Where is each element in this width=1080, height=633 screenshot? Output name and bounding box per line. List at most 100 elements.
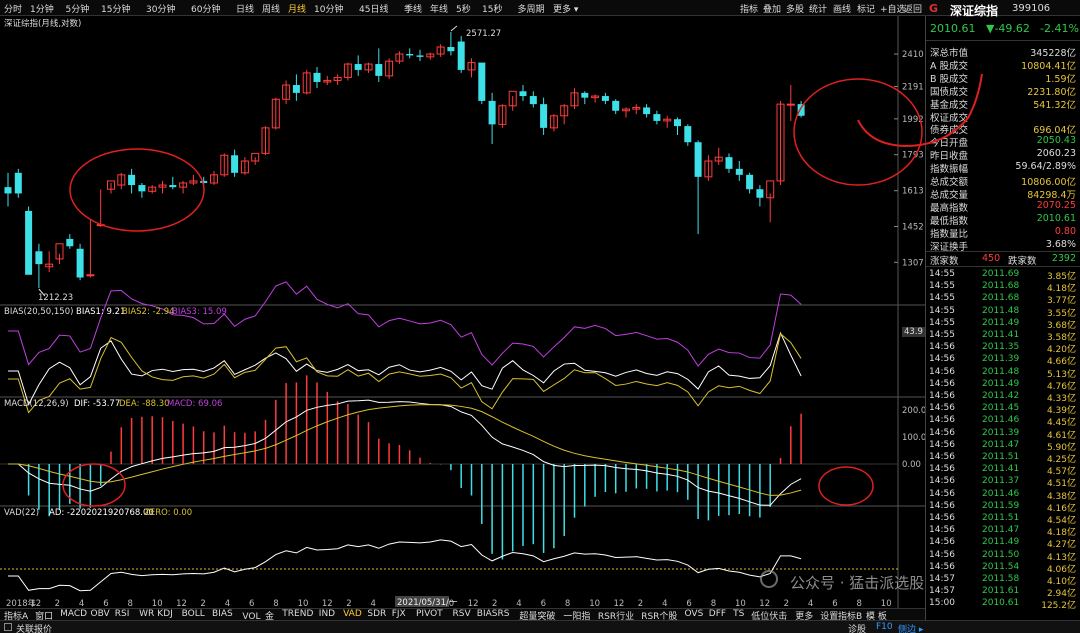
timeframe-3[interactable]: 15分钟 — [101, 2, 130, 15]
tick-time: 14:56 — [929, 549, 955, 560]
indicator-tab-3[interactable]: OBV — [91, 609, 110, 619]
candle-body — [674, 119, 681, 127]
annotation-circle — [69, 148, 205, 232]
indicator-tab-14[interactable]: FJX — [392, 609, 406, 619]
wechat-icon — [760, 570, 778, 588]
tick-time: 14:55 — [929, 293, 955, 304]
stat-label: 今日开盘 — [930, 138, 969, 150]
stat-label: 总成交额 — [930, 177, 969, 188]
bias-title: BIAS(20,50,150) — [4, 307, 74, 317]
timeframe-9[interactable]: 10分钟 — [314, 2, 343, 15]
tool-2[interactable]: 多股 — [786, 2, 804, 15]
stat-value: 59.64/2.89% — [1015, 161, 1076, 173]
bias-axis-tick: 43.9 — [902, 327, 925, 337]
tool-5[interactable]: 标记 — [857, 2, 875, 15]
timeframe-6[interactable]: 日线 — [236, 2, 254, 15]
tick-volume: 4.16亿 — [1046, 503, 1076, 514]
timeframe-8[interactable]: 月线 — [288, 2, 306, 15]
timeframe-10[interactable]: 45日线 — [359, 2, 388, 15]
price-tick-label: 2191 — [902, 82, 924, 92]
timeframe-5[interactable]: 60分钟 — [191, 2, 220, 15]
indicator-tab-15[interactable]: PIVOT — [416, 609, 443, 619]
tick-volume: 4.57亿 — [1046, 467, 1076, 478]
stat-label: 最低指数 — [930, 215, 969, 227]
tick-price: 2011.46 — [982, 488, 1020, 499]
candle-body — [76, 248, 84, 278]
indicator-tab-13[interactable]: SDR — [367, 609, 386, 619]
indicator-tab-22[interactable]: OVS — [685, 609, 704, 619]
tool-1[interactable]: 叠加 — [763, 2, 781, 15]
indicator-tab-5[interactable]: WR — [139, 609, 154, 619]
tick-row: 14:56 2011.46 4.45亿 — [926, 415, 1080, 428]
timeframe-14[interactable]: 15秒 — [482, 2, 502, 15]
tick-volume: 5.13亿 — [1046, 369, 1076, 380]
indicator-tab-10[interactable]: TREND — [282, 609, 313, 619]
stat-value: 10804.41亿 — [1021, 60, 1076, 72]
timeframe-12[interactable]: 年线 — [430, 2, 448, 15]
indicator-tab-2[interactable]: MACD — [60, 609, 87, 619]
timeframe-15[interactable]: 多周期 — [518, 2, 545, 15]
tick-time: 14:56 — [929, 354, 955, 365]
indicator-tab-11[interactable]: IND — [319, 609, 335, 619]
stat-row: 债券成交 696.04亿 — [926, 122, 1080, 136]
tool-3[interactable]: 统计 — [809, 2, 827, 15]
indicator-tab-8[interactable]: BIAS — [212, 609, 233, 619]
indicator-tab-4[interactable]: RSI — [115, 609, 130, 619]
tick-row: 14:56 2011.46 4.38亿 — [926, 488, 1080, 502]
tool-6[interactable]: +自选 — [880, 2, 906, 15]
tick-row: 14:55 2011.49 3.68亿 — [926, 317, 1080, 331]
checkbox-icon[interactable] — [4, 623, 12, 631]
x-axis-label: 12 — [468, 599, 479, 608]
x-axis-label: 6 — [249, 599, 254, 608]
tick-price: 2011.51 — [982, 452, 1020, 462]
x-axis-label: 8 — [273, 599, 278, 608]
high-label: 2571.27 — [466, 29, 502, 39]
status-f10[interactable]: F10 — [876, 622, 893, 632]
indicator-tab-24[interactable]: TS — [733, 609, 744, 619]
timeframe-2[interactable]: 5分钟 — [66, 2, 90, 15]
indicator-tab-23[interactable]: DFF — [709, 609, 726, 619]
status-diagnose[interactable]: 诊股 — [848, 622, 866, 633]
timeframe-16[interactable]: 更多 ▾ — [553, 2, 578, 15]
tick-time: 14:55 — [929, 317, 955, 328]
indicator-tab-7[interactable]: BOLL — [182, 609, 205, 619]
timeframe-13[interactable]: 5秒 — [456, 2, 471, 15]
candle-body — [14, 172, 22, 194]
tick-volume: 4.20亿 — [1046, 345, 1076, 356]
indicator-tabs: 指标A 窗口 MACD OBV RSI WR KDJ BOLL BIAS VOL_金 TREND IN… — [0, 608, 925, 622]
indicator-tab-6[interactable]: KDJ — [157, 609, 173, 619]
tool-7[interactable]: 返回 — [904, 2, 922, 15]
bias3-value: BIAS3: 15.09 — [172, 307, 227, 317]
candle-body — [684, 126, 692, 143]
tick-row: 14:55 2011.48 3.55亿 — [926, 306, 1080, 319]
tick-volume: 4.06亿 — [1046, 564, 1076, 575]
tick-row: 14:56 2011.39 4.66亿 — [926, 354, 1080, 367]
tick-price: 2011.59 — [982, 500, 1020, 511]
tool-4[interactable]: 画线 — [833, 2, 851, 15]
tool-0[interactable]: 指标 — [740, 2, 758, 15]
timeframe-0[interactable]: 分时 — [4, 2, 22, 15]
indicator-tab-17[interactable]: BIASRS — [477, 609, 510, 619]
tick-row: 14:55 2011.69 3.85亿 — [926, 269, 1080, 282]
timeframe-4[interactable]: 30分钟 — [146, 2, 175, 15]
timeframe-7[interactable]: 周线 — [262, 2, 280, 15]
tick-volume: 4.25亿 — [1046, 455, 1076, 465]
stat-value: 3.68% — [1045, 238, 1076, 250]
stat-value: 2231.80亿 — [1027, 86, 1076, 98]
tick-row: 14:56 2011.35 4.20亿 — [926, 342, 1080, 356]
timeframe-11[interactable]: 季线 — [404, 2, 422, 15]
x-axis-label: 12 — [759, 599, 770, 608]
x-axis-label: 12 — [322, 599, 333, 608]
timeframe-1[interactable]: 1分钟 — [30, 2, 54, 15]
status-left[interactable]: 关联报价 — [16, 622, 52, 633]
status-side[interactable]: 侧边 ▸ — [898, 622, 923, 633]
candle-body — [375, 64, 383, 76]
x-axis-label: 4 — [516, 599, 521, 608]
indicator-tab-12[interactable]: VAD — [343, 609, 362, 619]
tick-volume: 3.85亿 — [1046, 272, 1076, 282]
indicator-tab-16[interactable]: RSV — [453, 609, 471, 619]
chart-area[interactable]: 2410 2191 1992 1793 1613 1452 1307 2018年 12 2 4 6 8 1… — [0, 16, 925, 608]
tick-time: 14:57 — [929, 586, 955, 597]
tick-time: 14:55 — [929, 269, 955, 279]
annotation-circle — [793, 78, 923, 186]
